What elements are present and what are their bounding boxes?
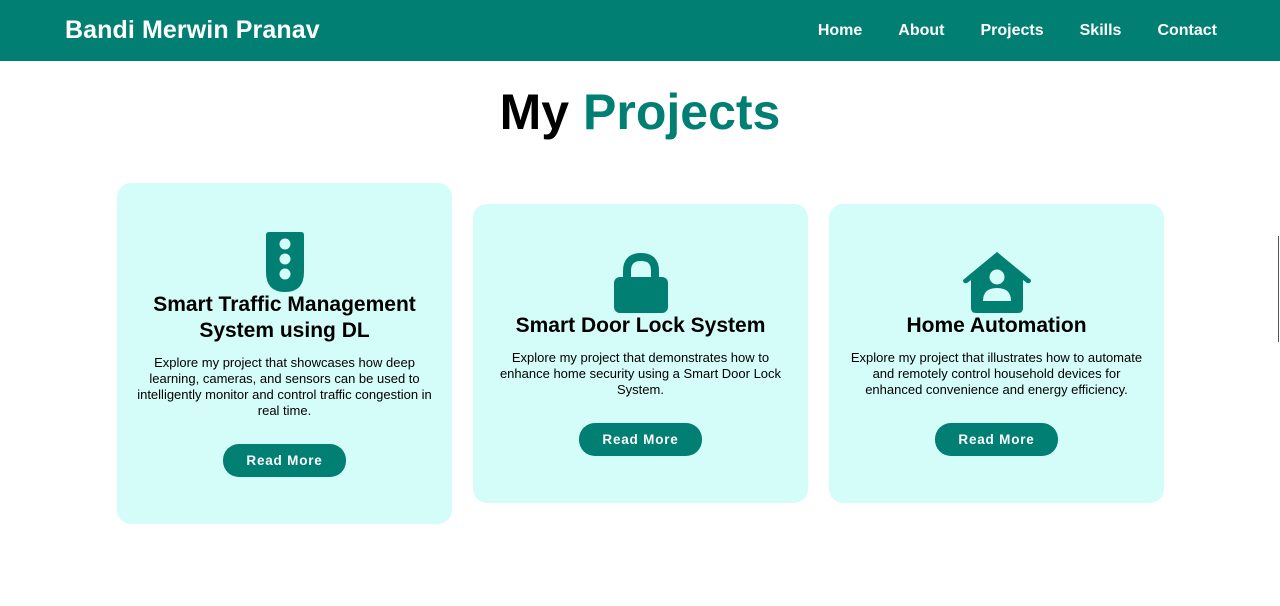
project-title: Smart Door Lock System [515,314,766,337]
nav-link-home[interactable]: Home [818,22,862,40]
project-card: Smart Traffic Management System using DL… [117,183,452,524]
project-card: Smart Door Lock System Explore my projec… [473,204,808,503]
section-title-part2: Projects [583,84,781,140]
navbar: Bandi Merwin Pranav Home About Projects … [0,0,1280,61]
project-description: Explore my project that demonstrates how… [499,350,782,397]
project-description: Explore my project that illustrates how … [850,350,1143,397]
scrollbar-edge [1278,236,1279,342]
house-user-icon [962,252,1031,313]
nav-link-contact[interactable]: Contact [1157,22,1217,40]
nav-link-skills[interactable]: Skills [1080,22,1122,40]
read-more-button[interactable]: Read More [223,444,346,477]
project-title: Smart Traffic Management System using DL [153,293,416,342]
read-more-button[interactable]: Read More [579,423,702,456]
brand-name[interactable]: Bandi Merwin Pranav [65,16,320,45]
traffic-light-icon [265,232,304,292]
nav-link-projects[interactable]: Projects [980,22,1043,40]
nav-links: Home About Projects Skills Contact [818,22,1217,40]
project-card: Home Automation Explore my project that … [829,204,1164,503]
section-title-part1: My [499,84,570,140]
lock-icon [613,253,668,313]
section-title: My Projects [0,84,1280,140]
project-description: Explore my project that showcases how de… [137,355,432,418]
project-title: Home Automation [906,314,1087,337]
read-more-button[interactable]: Read More [935,423,1058,456]
nav-link-about[interactable]: About [898,22,944,40]
